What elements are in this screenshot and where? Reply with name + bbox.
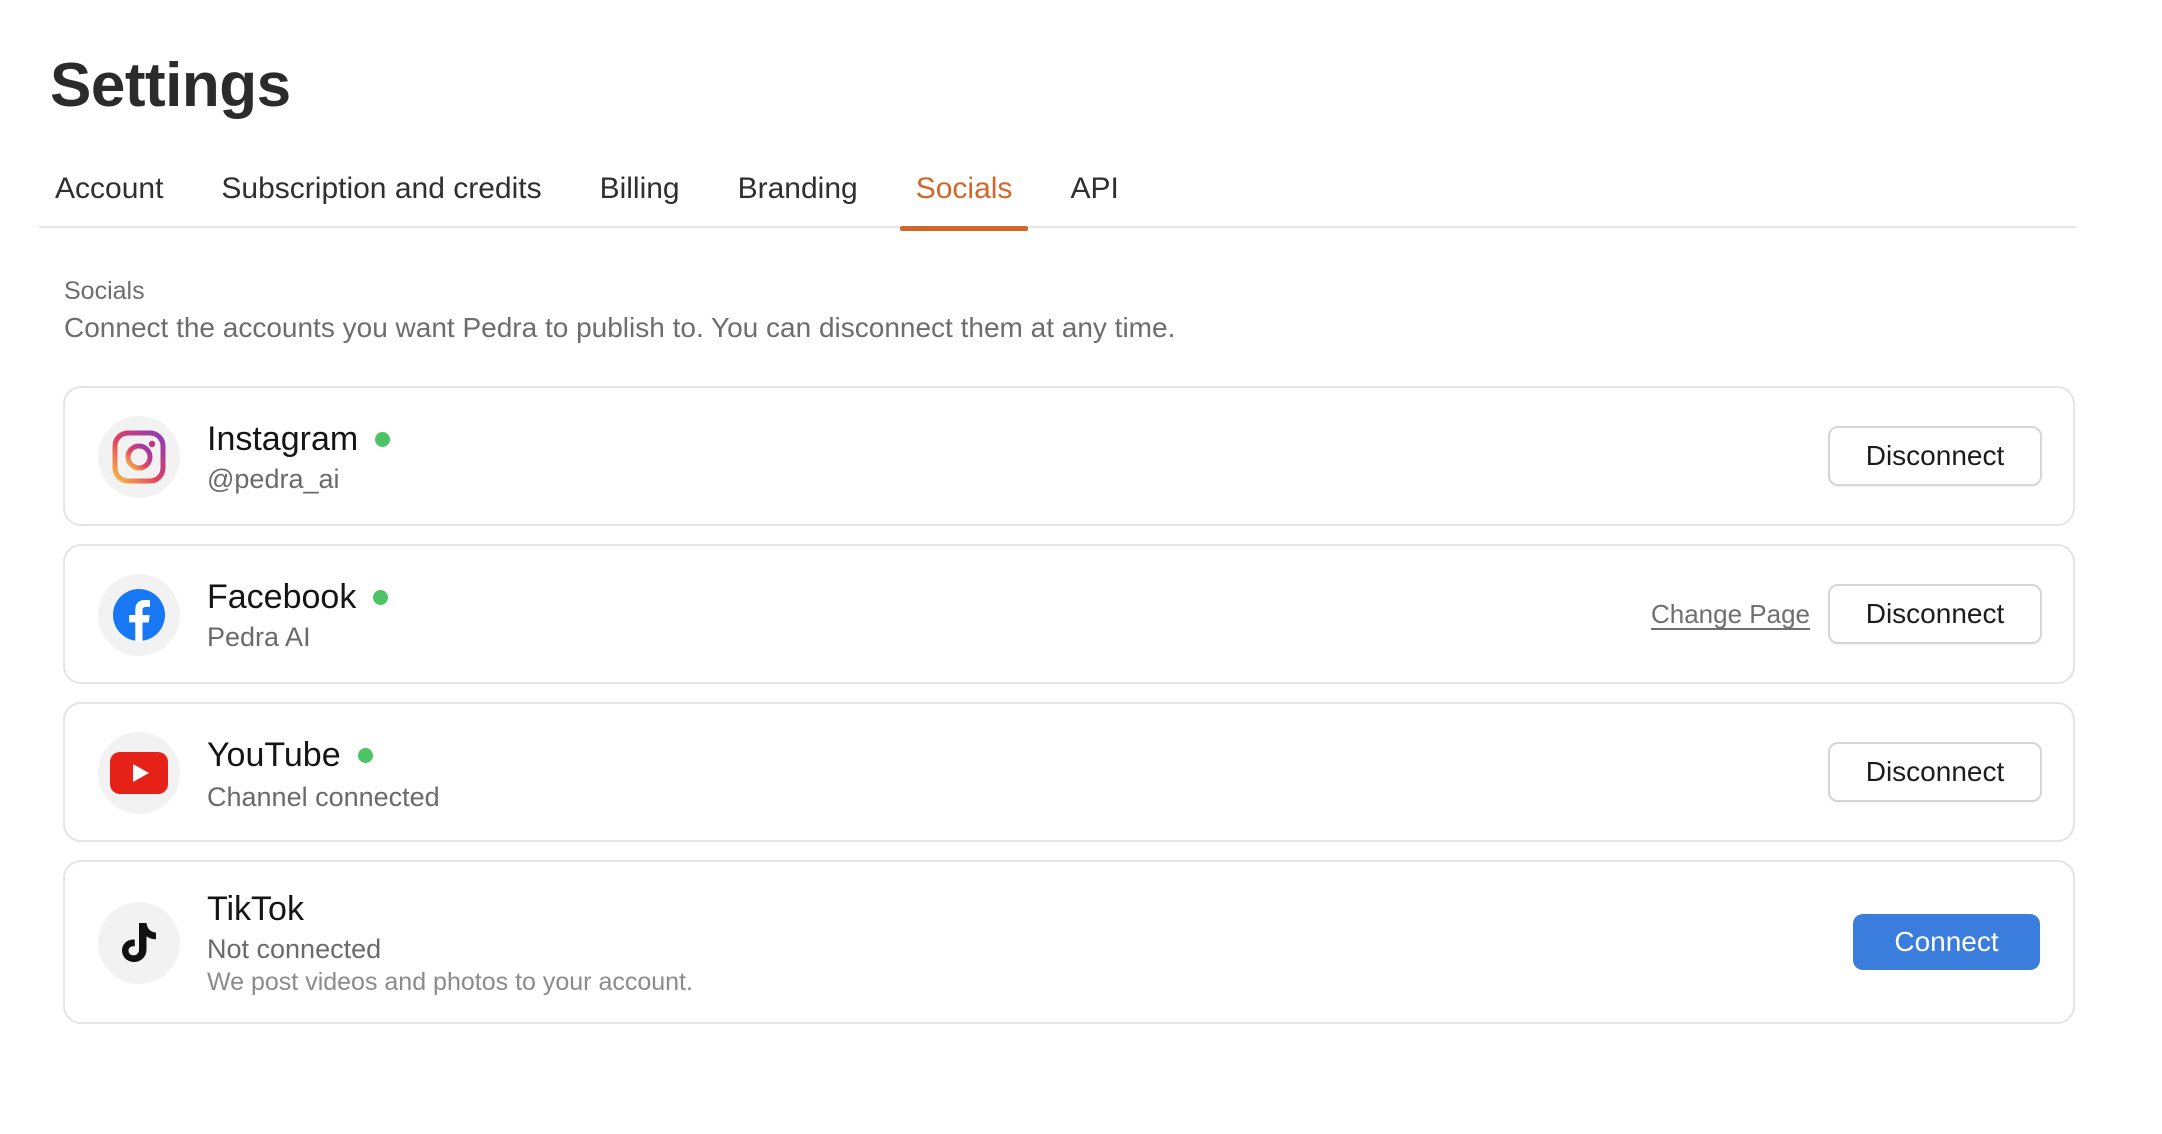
account-subtitle: Not connected xyxy=(207,934,382,964)
social-card-youtube: YouTube Channel connected Disconnect xyxy=(63,702,2075,842)
social-card-facebook: Facebook Pedra AI Change Page Disconnect xyxy=(63,544,2075,684)
disconnect-button[interactable]: Disconnect xyxy=(1828,584,2042,644)
settings-tabs: Account Subscription and credits Billing… xyxy=(39,160,2076,231)
change-page-link[interactable]: Change Page xyxy=(1651,599,1810,630)
account-note: We post videos and photos to your accoun… xyxy=(207,968,693,996)
disconnect-button[interactable]: Disconnect xyxy=(1828,742,2042,802)
account-subtitle: Pedra AI xyxy=(207,622,311,652)
account-name: TikTok xyxy=(207,890,304,928)
account-name: YouTube xyxy=(207,736,341,774)
tab-api[interactable]: API xyxy=(1054,160,1134,228)
instagram-icon xyxy=(98,416,180,498)
connect-button[interactable]: Connect xyxy=(1853,914,2040,970)
connected-status-dot xyxy=(375,432,391,447)
tiktok-icon xyxy=(98,902,180,984)
account-name: Instagram xyxy=(207,420,359,458)
tab-account[interactable]: Account xyxy=(39,160,179,228)
social-card-instagram: Instagram @pedra_ai Disconnect xyxy=(63,386,2075,526)
connected-status-dot xyxy=(373,590,389,605)
instagram-name-row: Instagram xyxy=(207,420,391,459)
tab-subscription-and-credits[interactable]: Subscription and credits xyxy=(205,160,557,228)
account-subtitle: @pedra_ai xyxy=(207,464,340,494)
connected-status-dot xyxy=(357,748,373,763)
settings-page: Settings Account Subscription and credit… xyxy=(0,0,2162,1134)
tab-billing[interactable]: Billing xyxy=(584,160,696,228)
section-label: Socials xyxy=(64,277,145,305)
tiktok-name-row: TikTok xyxy=(207,890,304,929)
page-title: Settings xyxy=(50,51,291,120)
account-name: Facebook xyxy=(207,578,357,616)
disconnect-button[interactable]: Disconnect xyxy=(1828,426,2042,486)
facebook-icon xyxy=(98,574,180,656)
account-subtitle: Channel connected xyxy=(207,782,440,812)
social-card-tiktok: TikTok Not connected We post videos and … xyxy=(63,860,2075,1024)
tab-socials[interactable]: Socials xyxy=(899,160,1029,231)
section-description: Connect the accounts you want Pedra to p… xyxy=(64,312,1176,343)
youtube-name-row: YouTube xyxy=(207,736,373,775)
facebook-name-row: Facebook xyxy=(207,578,389,617)
tab-branding[interactable]: Branding xyxy=(722,160,874,228)
youtube-icon xyxy=(98,732,180,814)
